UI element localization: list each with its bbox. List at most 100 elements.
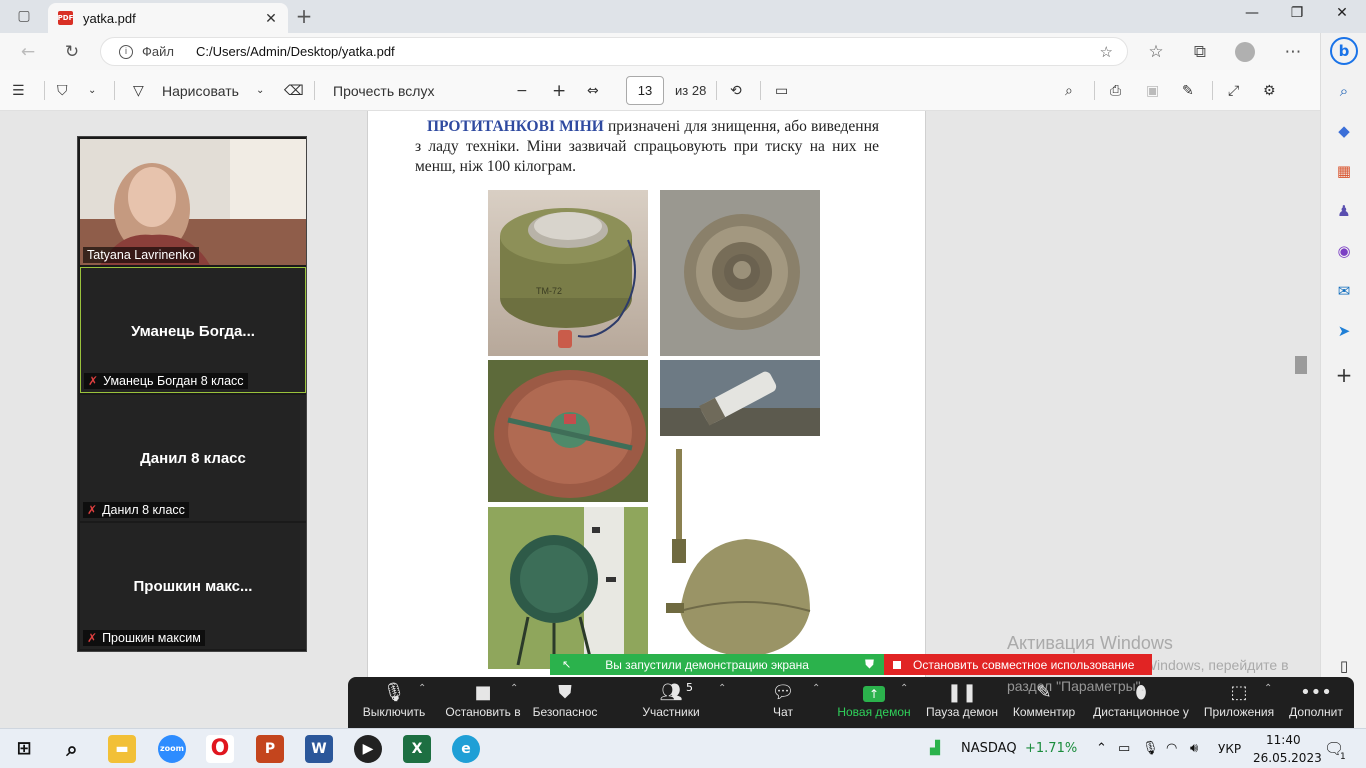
participants-button[interactable]: 👥︎ Участники	[636, 677, 706, 728]
pdf-page: ПРОТИТАНКОВІ МІНИ призначені для знищенн…	[367, 111, 926, 728]
start-windows-icon[interactable]: ⊞	[10, 735, 38, 763]
add-sidebar-icon[interactable]: +	[1332, 363, 1356, 387]
security-button[interactable]: ⛊ Безопаснос	[530, 677, 600, 728]
page-view-icon[interactable]: ▭	[775, 80, 788, 102]
tab-close-icon[interactable]: ✕	[260, 10, 282, 27]
draw-button[interactable]: Нарисовать	[162, 80, 239, 102]
add-favorite-icon[interactable]: ☆	[1100, 43, 1113, 61]
chevron-up-icon[interactable]: ⌃	[418, 683, 426, 694]
info-icon[interactable]: i	[119, 44, 133, 59]
chevron-up-icon[interactable]: ⌃	[718, 683, 726, 694]
stock-name[interactable]: NASDAQ	[961, 729, 1017, 768]
read-aloud-button[interactable]: Прочесть вслух	[333, 80, 434, 102]
eraser-icon[interactable]: ⌫	[284, 80, 304, 102]
collections-icon[interactable]: ⧉	[1188, 40, 1212, 64]
save-as-icon[interactable]: ✎	[1182, 80, 1194, 102]
rotate-icon[interactable]: ⟲	[730, 80, 742, 102]
chevron-up-icon[interactable]: ⌃	[812, 683, 820, 694]
notification-count: 1	[1340, 752, 1346, 762]
pause-share-button[interactable]: ❚❚ Пауза демон	[924, 677, 1000, 728]
browser-tab[interactable]: PDF yatka.pdf ✕	[48, 3, 288, 33]
new-tab-icon[interactable]: +	[292, 4, 316, 28]
share-status-banner[interactable]: ↖ Вы запустили демонстрацию экрана ⛊	[550, 654, 884, 675]
shopping-tag-icon[interactable]: ◆	[1332, 119, 1356, 143]
minimize-icon[interactable]: —	[1232, 5, 1272, 27]
language-indicator[interactable]: УКР	[1218, 729, 1241, 768]
microphone-icon[interactable]: 🎙︎	[1142, 729, 1159, 768]
bing-icon[interactable]: b	[1330, 37, 1358, 65]
chevron-up-icon[interactable]: ⌃	[900, 683, 908, 694]
favorites-icon[interactable]: ☆	[1144, 40, 1168, 64]
video-tile-participant[interactable]: Уманець Богда... ✗ Уманець Богдан 8 клас…	[80, 267, 306, 393]
participant-label-text: Прошкин максим	[102, 631, 201, 645]
search-icon[interactable]: ⌕	[1065, 80, 1073, 102]
stock-change: +1.71%	[1025, 741, 1078, 756]
search-icon[interactable]: ⌕	[1332, 79, 1356, 103]
excel-icon[interactable]: X	[403, 735, 431, 763]
send-icon[interactable]: ➤	[1332, 319, 1356, 343]
video-tile-self[interactable]: Tatyana Lavrinenko	[80, 139, 306, 265]
video-tile-participant[interactable]: Прошкин макс... ✗ Прошкин максим	[80, 523, 306, 649]
clock-date[interactable]: 26.05.2023	[1253, 738, 1322, 768]
mine-photo-tm72: ТМ-72	[488, 190, 648, 356]
annotate-label: Комментир	[1012, 705, 1076, 719]
fit-page-icon[interactable]: ⇔	[587, 80, 599, 102]
print-icon[interactable]: ⎙	[1110, 80, 1121, 102]
participant-display-name: Прошкин макс...	[133, 578, 253, 595]
volume-icon[interactable]: 🔊︎	[1190, 729, 1198, 768]
chevron-down-icon[interactable]: ⌄	[256, 80, 264, 102]
stock-chart-icon[interactable]: ▟	[930, 729, 940, 768]
stop-share-button[interactable]: Остановить совместное использование	[884, 654, 1152, 675]
edge-browser-icon[interactable]: e	[452, 735, 480, 763]
scrollbar-thumb[interactable]	[1295, 356, 1307, 374]
sidebar-toggle-icon[interactable]: ▯	[1332, 654, 1356, 678]
powerpoint-icon[interactable]: P	[256, 735, 284, 763]
refresh-icon[interactable]: ↻	[60, 40, 84, 64]
tools-icon[interactable]: ▦	[1332, 159, 1356, 183]
chevron-up-icon[interactable]: ⌃	[510, 683, 518, 694]
zoom-in-icon[interactable]: +	[552, 80, 566, 102]
chevron-down-icon[interactable]: ⌄	[88, 80, 96, 102]
office-icon[interactable]: ◉	[1332, 239, 1356, 263]
settings-gear-icon[interactable]: ⚙	[1263, 80, 1276, 102]
opera-icon[interactable]: O	[206, 735, 234, 763]
remote-label: Дистанционное у	[1093, 705, 1189, 719]
zoom-app-icon[interactable]: zoom	[158, 735, 186, 763]
battery-icon[interactable]: ▭	[1118, 729, 1130, 768]
fullscreen-icon[interactable]: ⤢	[1228, 80, 1239, 102]
media-player-icon[interactable]: ▶	[354, 735, 382, 763]
more-menu-icon[interactable]: ⋯	[1281, 40, 1305, 64]
mute-label: Выключить	[362, 705, 426, 719]
back-icon[interactable]: ←	[16, 40, 40, 64]
mine-photo-cylinder	[660, 360, 820, 436]
document-paragraph: ПРОТИТАНКОВІ МІНИ призначені для знищенн…	[415, 117, 879, 177]
games-icon[interactable]: ♟	[1332, 199, 1356, 223]
save-icon[interactable]: ▣	[1146, 80, 1159, 102]
search-icon[interactable]: ⌕	[58, 735, 86, 763]
address-bar[interactable]: i Файл C:/Users/Admin/Desktop/yatka.pdf …	[100, 37, 1128, 66]
show-hidden-icons-chevron[interactable]: ⌃	[1096, 729, 1107, 768]
zoom-out-icon[interactable]: −	[516, 80, 528, 102]
wifi-icon[interactable]: ◠	[1166, 729, 1177, 768]
file-explorer-icon[interactable]: ▬	[108, 735, 136, 763]
outlook-icon[interactable]: ✉	[1332, 279, 1356, 303]
stop-share-label: Остановить совместное использование	[913, 657, 1135, 672]
restore-icon[interactable]: ❐	[1277, 5, 1317, 27]
draw-icon[interactable]: ▽	[133, 80, 144, 102]
page-number-input[interactable]: 13	[626, 76, 664, 105]
chat-button[interactable]: 💬︎ Чат	[760, 677, 806, 728]
close-window-icon[interactable]: ✕	[1322, 5, 1362, 27]
video-tile-participant[interactable]: Данил 8 класс ✗ Данил 8 класс	[80, 395, 306, 521]
drag-handle-icon[interactable]: ↖	[562, 658, 571, 671]
mic-muted-icon: ✗	[87, 503, 98, 517]
tab-actions-icon[interactable]: ▢	[12, 4, 36, 28]
apps-label: Приложения	[1203, 705, 1275, 719]
profile-avatar[interactable]	[1233, 40, 1257, 64]
chevron-up-icon[interactable]: ⌃	[1264, 683, 1272, 694]
highlight-icon[interactable]: ⛉	[57, 80, 68, 102]
word-icon[interactable]: W	[305, 735, 333, 763]
activation-watermark-title: Активация Windows	[1007, 633, 1173, 653]
participants-count: 5	[686, 681, 693, 694]
mine-photo-label: ТМ-72	[536, 286, 562, 296]
contents-icon[interactable]: ☰	[12, 80, 25, 102]
